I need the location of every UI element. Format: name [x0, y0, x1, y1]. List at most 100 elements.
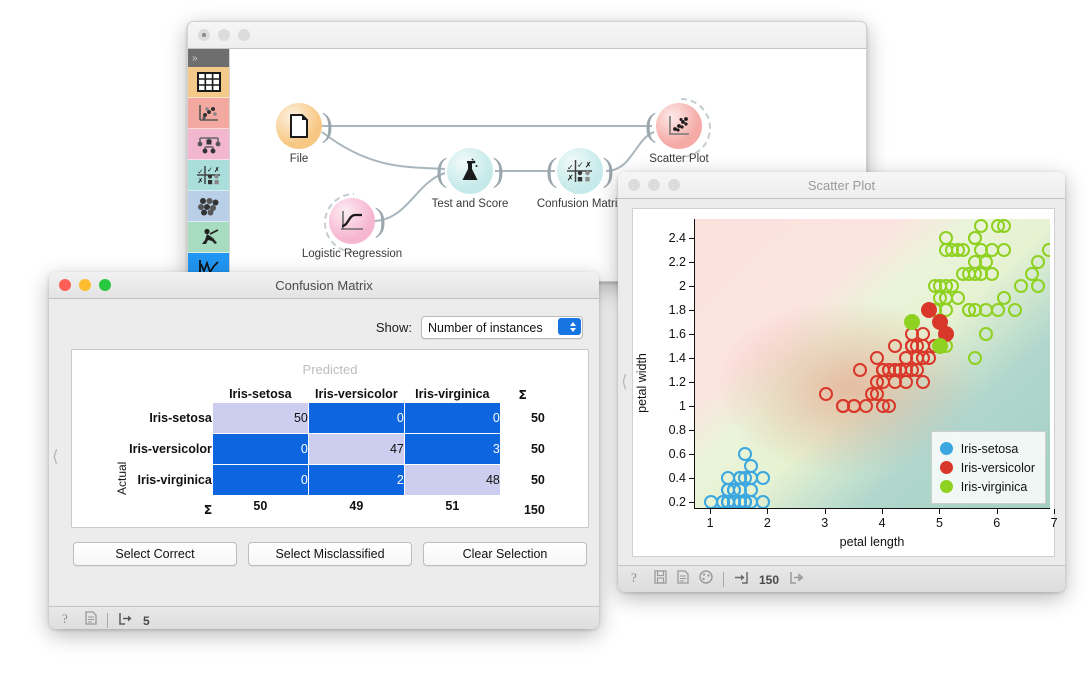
confusion-matrix-input-anchor[interactable]: (: [546, 153, 557, 189]
test-and-score-node-bubble[interactable]: [447, 148, 493, 194]
toolbox-item-tree[interactable]: [188, 129, 229, 160]
workflow-node-confusion-matrix[interactable]: ( ✓ ✗ ✓ ✗ ) Confusion Matrix: [537, 148, 623, 210]
select-misclassified-button[interactable]: Select Misclassified: [248, 542, 412, 566]
data-point[interactable]: [996, 219, 1011, 234]
scatter-plot-window[interactable]: Scatter Plot ⟨ Iris-setosa Iris-versicol…: [618, 172, 1065, 592]
select-correct-button[interactable]: Select Correct: [73, 542, 237, 566]
data-point[interactable]: [916, 374, 931, 389]
workflow-node-test-and-score[interactable]: ( ) Test and Score: [432, 148, 508, 210]
toolbox-item-confusion-matrix[interactable]: ✓ ✗ ✓ ✗: [188, 160, 229, 191]
report-icon[interactable]: [85, 611, 97, 629]
data-point[interactable]: [921, 351, 936, 366]
file-node-bubble[interactable]: [276, 103, 322, 149]
scatter-plot-node-bubble[interactable]: [656, 103, 702, 149]
legend-item[interactable]: Iris-setosa: [939, 439, 1035, 458]
confusion-matrix-window[interactable]: Confusion Matrix ⟨ Show: Number of insta…: [49, 272, 599, 629]
scatter-plot-collapse-handle[interactable]: ⟨: [621, 372, 628, 392]
toolbox-expand-button[interactable]: »: [188, 49, 229, 67]
data-point[interactable]: [853, 363, 868, 377]
matrix-cell[interactable]: 0: [403, 401, 501, 434]
data-point[interactable]: [755, 470, 770, 485]
toolbox-item-data-table[interactable]: [188, 67, 229, 98]
confusion-matrix-output-anchor[interactable]: ): [603, 153, 614, 189]
data-point[interactable]: [755, 494, 770, 509]
file-output-anchor[interactable]: ): [322, 108, 333, 144]
logistic-regression-output-anchor[interactable]: ): [375, 203, 386, 239]
data-point[interactable]: [979, 327, 994, 342]
data-point[interactable]: [818, 386, 833, 401]
data-point[interactable]: [956, 243, 971, 258]
window-controls[interactable]: [188, 29, 250, 41]
data-point[interactable]: [996, 291, 1011, 306]
confusion-matrix-collapse-handle[interactable]: ⟨: [52, 447, 59, 467]
minimize-button[interactable]: [218, 29, 230, 41]
matrix-cell[interactable]: 2: [307, 463, 405, 496]
help-icon[interactable]: ?: [631, 570, 644, 590]
data-point[interactable]: [726, 494, 741, 509]
data-point[interactable]: [1030, 255, 1045, 270]
palette-icon[interactable]: [699, 570, 713, 589]
matrix-cell[interactable]: 0: [211, 463, 309, 496]
legend-item[interactable]: Iris-virginica: [939, 477, 1035, 496]
matrix-cell[interactable]: 0: [211, 432, 309, 465]
workflow-node-logistic-regression[interactable]: ) Logistic Regression: [302, 193, 402, 260]
data-point[interactable]: [990, 303, 1005, 318]
matrix-cell[interactable]: 3: [403, 432, 501, 465]
zoom-icon[interactable]: [668, 179, 680, 191]
data-point[interactable]: [967, 231, 982, 246]
test-and-score-output-anchor[interactable]: ): [493, 153, 504, 189]
logistic-regression-node-bubble[interactable]: [329, 198, 375, 244]
confusion-matrix-node-bubble[interactable]: ✓ ✗ ✓ ✗: [557, 148, 603, 194]
data-point[interactable]: [1042, 243, 1050, 258]
data-point[interactable]: [985, 243, 1000, 258]
data-point[interactable]: [1030, 279, 1045, 294]
confusion-matrix-table[interactable]: Iris-setosa Iris-versicolor Iris-virgini…: [115, 387, 545, 517]
close-icon[interactable]: [628, 179, 640, 191]
help-icon[interactable]: ?: [62, 611, 75, 630]
data-point[interactable]: [835, 398, 850, 413]
clear-selection-button[interactable]: Clear Selection: [423, 542, 587, 566]
widget-toolbox[interactable]: » ✓ ✗ ✓ ✗: [188, 49, 230, 281]
scatter-plot-legend[interactable]: Iris-setosa Iris-versicolor Iris-virgini…: [930, 431, 1046, 504]
legend-item[interactable]: Iris-versicolor: [939, 458, 1035, 477]
close-button[interactable]: [198, 29, 210, 41]
scatter-plot-canvas[interactable]: Iris-setosa Iris-versicolor Iris-virgini…: [695, 219, 1050, 509]
minimize-icon[interactable]: [79, 279, 91, 291]
toolbox-item-cluster[interactable]: [188, 191, 229, 222]
data-point[interactable]: [881, 363, 896, 377]
confusion-matrix-window-controls[interactable]: [49, 279, 111, 291]
zoom-button[interactable]: [238, 29, 250, 41]
workflow-node-file[interactable]: ) File: [276, 103, 333, 165]
matrix-cell[interactable]: 47: [307, 432, 405, 465]
zoom-icon[interactable]: [99, 279, 111, 291]
scatter-plot-input-anchor[interactable]: (: [645, 108, 656, 144]
show-select-stepper-icon[interactable]: [558, 318, 581, 335]
save-icon[interactable]: [654, 570, 667, 589]
scatter-plot-titlebar[interactable]: Scatter Plot: [618, 172, 1065, 199]
minimize-icon[interactable]: [648, 179, 660, 191]
data-point[interactable]: [967, 255, 982, 270]
test-and-score-input-anchor[interactable]: (: [436, 153, 447, 189]
data-point[interactable]: [944, 279, 959, 294]
data-point[interactable]: [1007, 303, 1022, 318]
data-point[interactable]: [973, 219, 988, 234]
selected-data-point[interactable]: [903, 314, 920, 331]
matrix-cell[interactable]: 0: [307, 401, 405, 434]
toolbox-item-scatter-plot[interactable]: [188, 98, 229, 129]
workflow-node-scatter-plot[interactable]: ( Scatter Plot: [645, 98, 711, 165]
data-point[interactable]: [881, 398, 896, 413]
main-window-titlebar[interactable]: [188, 22, 866, 49]
data-point[interactable]: [967, 351, 982, 366]
scatter-plot-window-controls[interactable]: [618, 179, 680, 191]
data-point[interactable]: [887, 339, 902, 354]
data-point[interactable]: [1013, 279, 1028, 294]
matrix-cell[interactable]: 48: [403, 463, 501, 496]
confusion-matrix-titlebar[interactable]: Confusion Matrix: [49, 272, 599, 299]
matrix-cell[interactable]: 50: [211, 401, 309, 434]
data-point[interactable]: [858, 398, 873, 413]
report-icon[interactable]: [677, 570, 689, 589]
data-point[interactable]: [887, 374, 902, 389]
close-icon[interactable]: [59, 279, 71, 291]
toolbox-item-unsupervised[interactable]: [188, 222, 229, 253]
show-select[interactable]: Number of instances: [421, 316, 583, 339]
